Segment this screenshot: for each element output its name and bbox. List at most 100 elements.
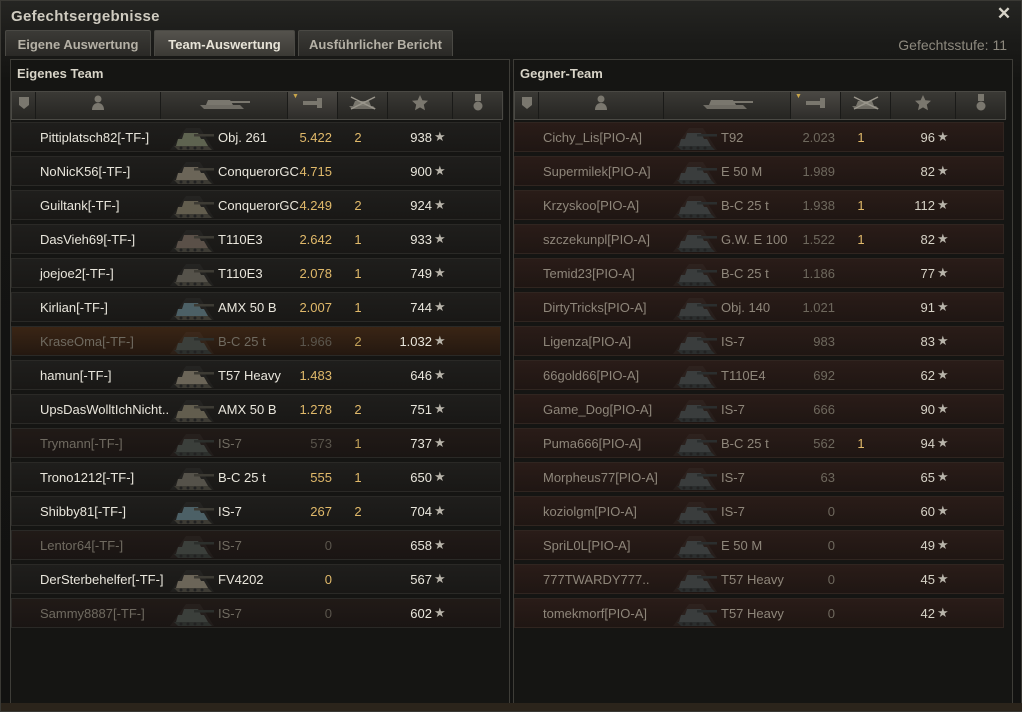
player-row[interactable]: Temid23[PIO-A] B-C 25 t 1.186 77 ★ bbox=[514, 258, 1004, 288]
xp-value: 602 bbox=[410, 606, 432, 621]
player-row[interactable]: DerSterbehelfer[-TF-] FV4202 0 567 ★ bbox=[11, 564, 501, 594]
squad-column-header[interactable] bbox=[515, 92, 539, 119]
player-row[interactable]: KraseOma[-TF-] B-C 25 t 1.966 2 1.032 ★ bbox=[11, 326, 501, 356]
xp-star-icon: ★ bbox=[937, 265, 949, 280]
damage-column-header[interactable]: ▼ bbox=[288, 92, 338, 119]
player-row[interactable]: Puma666[PIO-A] B-C 25 t 562 1 94 ★ bbox=[514, 428, 1004, 458]
squad-column-header[interactable] bbox=[12, 92, 36, 119]
tank-column-header[interactable] bbox=[664, 92, 791, 119]
tank-thumbnail-icon bbox=[671, 566, 719, 594]
player-row[interactable]: Game_Dog[PIO-A] IS-7 666 90 ★ bbox=[514, 394, 1004, 424]
kills-column-header[interactable] bbox=[841, 92, 891, 119]
player-icon bbox=[594, 95, 608, 116]
kills-value: 1 bbox=[354, 470, 362, 485]
player-row[interactable]: DirtyTricks[PIO-A] Obj. 140 1.021 91 ★ bbox=[514, 292, 1004, 322]
tank-thumbnail-icon bbox=[671, 294, 719, 322]
tank-column-header[interactable] bbox=[161, 92, 288, 119]
kills-value: 1 bbox=[354, 436, 362, 451]
player-row[interactable]: Sammy8887[-TF-] IS-7 0 602 ★ bbox=[11, 598, 501, 628]
xp-star-icon: ★ bbox=[434, 537, 446, 552]
medal-column-header[interactable] bbox=[453, 92, 504, 119]
tank-thumbnail-icon bbox=[671, 600, 719, 628]
player-row[interactable]: Guiltank[-TF-] ConquerorGC 4.249 2 924 ★ bbox=[11, 190, 501, 220]
squad-icon bbox=[521, 96, 533, 115]
tank-thumbnail-icon bbox=[168, 226, 216, 254]
player-row[interactable]: 777TWARDY777.. T57 Heavy 0 45 ★ bbox=[514, 564, 1004, 594]
player-row[interactable]: Morpheus77[PIO-A] IS-7 63 65 ★ bbox=[514, 462, 1004, 492]
xp-star-column-header[interactable] bbox=[891, 92, 956, 119]
xp-star-icon: ★ bbox=[434, 367, 446, 382]
player-name: Puma666[PIO-A] bbox=[543, 436, 642, 451]
own-team-column-header: ▼ bbox=[11, 91, 504, 120]
player-column-header[interactable] bbox=[36, 92, 161, 119]
player-row[interactable]: Shibby81[-TF-] IS-7 267 2 704 ★ bbox=[11, 496, 501, 526]
tank-name: ConquerorGC bbox=[218, 198, 299, 213]
player-row[interactable]: Krzyskoo[PIO-A] B-C 25 t 1.938 1 112 ★ bbox=[514, 190, 1004, 220]
tank-name: E 50 M bbox=[721, 538, 763, 553]
player-row[interactable]: Kirlian[-TF-] AMX 50 B 2.007 1 744 ★ bbox=[11, 292, 501, 322]
player-row[interactable]: UpsDasWolltIchNicht.. AMX 50 B 1.278 2 751 ★ bbox=[11, 394, 501, 424]
kills-value: 1 bbox=[857, 232, 865, 247]
player-row[interactable]: Trymann[-TF-] IS-7 573 1 737 ★ bbox=[11, 428, 501, 458]
player-name: SpriL0L[PIO-A] bbox=[543, 538, 631, 553]
player-row[interactable]: 66gold66[PIO-A] T110E4 692 62 ★ bbox=[514, 360, 1004, 390]
tank-thumbnail-icon bbox=[168, 430, 216, 458]
tank-thumbnail-icon bbox=[168, 192, 216, 220]
player-row[interactable]: Supermilek[PIO-A] E 50 M 1.989 82 ★ bbox=[514, 156, 1004, 186]
title-bar: Gefechtsergebnisse ✕ bbox=[1, 1, 1021, 29]
damage-value: 0 bbox=[827, 504, 835, 519]
tank-name: IS-7 bbox=[721, 504, 745, 519]
damage-value: 983 bbox=[813, 334, 835, 349]
tab-detailed-report[interactable]: Ausführlicher Bericht bbox=[298, 30, 453, 56]
player-row[interactable]: DasVieh69[-TF-] T110E3 2.642 1 933 ★ bbox=[11, 224, 501, 254]
kills-value: 2 bbox=[354, 402, 362, 417]
damage-column-header[interactable]: ▼ bbox=[791, 92, 841, 119]
xp-value: 567 bbox=[410, 572, 432, 587]
kills-column-header[interactable] bbox=[338, 92, 388, 119]
damage-value: 666 bbox=[813, 402, 835, 417]
player-row[interactable]: Lentor64[-TF-] IS-7 0 658 ★ bbox=[11, 530, 501, 560]
tank-name: ConquerorGC bbox=[218, 164, 299, 179]
xp-value: 744 bbox=[410, 300, 432, 315]
player-column-header[interactable] bbox=[539, 92, 664, 119]
xp-value: 60 bbox=[920, 504, 935, 519]
xp-value: 62 bbox=[920, 368, 935, 383]
tank-name: IS-7 bbox=[721, 402, 745, 417]
player-row[interactable]: Pittiplatsch82[-TF-] Obj. 261 5.422 2 938 ★ bbox=[11, 122, 501, 152]
player-name: UpsDasWolltIchNicht.. bbox=[40, 402, 170, 417]
tab-own-evaluation[interactable]: Eigene Auswertung bbox=[5, 30, 151, 56]
player-row[interactable]: szczekunpl[PIO-A] G.W. E 100 1.522 1 82 ★ bbox=[514, 224, 1004, 254]
sort-desc-icon: ▼ bbox=[292, 93, 299, 100]
player-row[interactable]: hamun[-TF-] T57 Heavy 1.483 646 ★ bbox=[11, 360, 501, 390]
xp-star-icon bbox=[915, 95, 931, 116]
xp-value: 82 bbox=[920, 164, 935, 179]
tank-name: IS-7 bbox=[218, 504, 242, 519]
tank-name: B-C 25 t bbox=[721, 198, 769, 213]
medal-column-header[interactable] bbox=[956, 92, 1007, 119]
player-row[interactable]: Ligenza[PIO-A] IS-7 983 83 ★ bbox=[514, 326, 1004, 356]
player-row[interactable]: tomekmorf[PIO-A] T57 Heavy 0 42 ★ bbox=[514, 598, 1004, 628]
player-row[interactable]: joejoe2[-TF-] T110E3 2.078 1 749 ★ bbox=[11, 258, 501, 288]
xp-star-icon: ★ bbox=[434, 469, 446, 484]
close-icon[interactable]: ✕ bbox=[995, 5, 1013, 23]
player-name: DirtyTricks[PIO-A] bbox=[543, 300, 647, 315]
tank-thumbnail-icon bbox=[168, 566, 216, 594]
player-row[interactable]: Cichy_Lis[PIO-A] T92 2.023 1 96 ★ bbox=[514, 122, 1004, 152]
damage-value: 2.642 bbox=[299, 232, 332, 247]
damage-value: 0 bbox=[827, 572, 835, 587]
player-row[interactable]: koziolgm[PIO-A] IS-7 0 60 ★ bbox=[514, 496, 1004, 526]
tank-thumbnail-icon bbox=[671, 328, 719, 356]
tank-thumbnail-icon bbox=[671, 362, 719, 390]
xp-star-icon: ★ bbox=[434, 163, 446, 178]
xp-value: 749 bbox=[410, 266, 432, 281]
xp-star-icon: ★ bbox=[434, 503, 446, 518]
player-row[interactable]: Trono1212[-TF-] B-C 25 t 555 1 650 ★ bbox=[11, 462, 501, 492]
xp-value: 77 bbox=[920, 266, 935, 281]
xp-star-icon: ★ bbox=[434, 265, 446, 280]
xp-star-column-header[interactable] bbox=[388, 92, 453, 119]
damage-icon bbox=[805, 95, 827, 116]
tab-team-evaluation[interactable]: Team-Auswertung bbox=[154, 30, 295, 56]
player-row[interactable]: SpriL0L[PIO-A] E 50 M 0 49 ★ bbox=[514, 530, 1004, 560]
player-row[interactable]: NoNicK56[-TF-] ConquerorGC 4.715 900 ★ bbox=[11, 156, 501, 186]
player-name: Lentor64[-TF-] bbox=[40, 538, 124, 553]
